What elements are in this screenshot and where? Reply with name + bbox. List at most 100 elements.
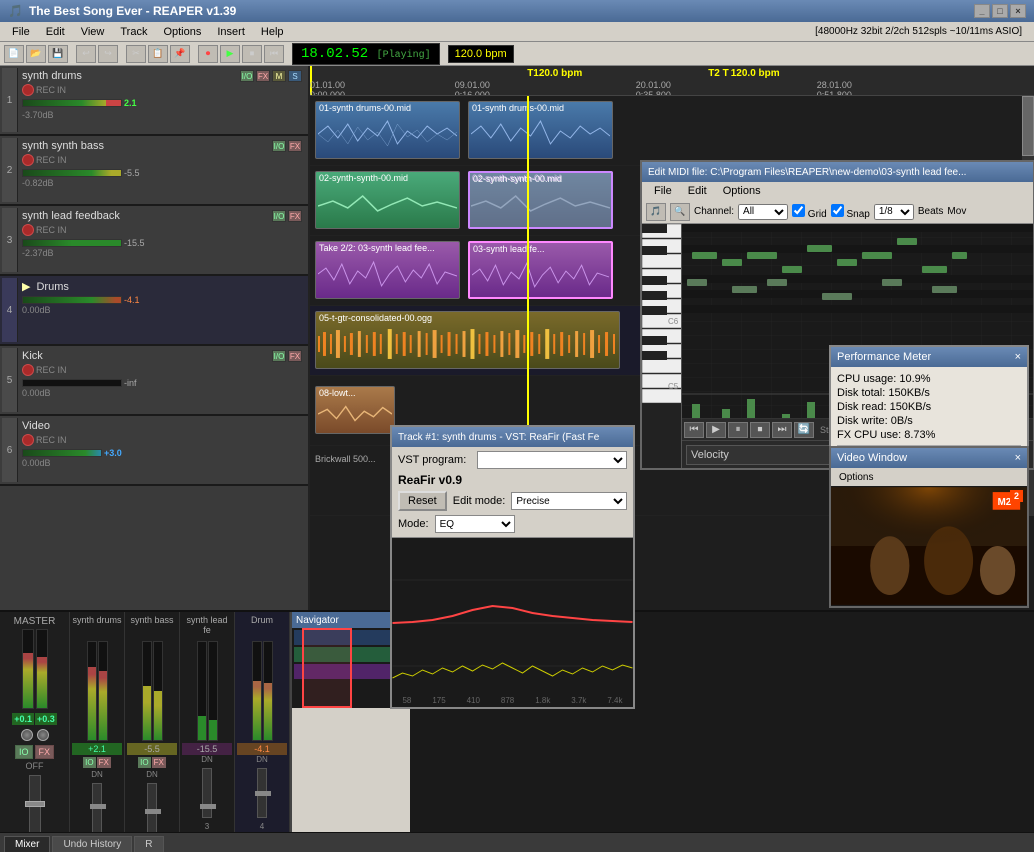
midi-beats-select[interactable]: 1/8	[874, 204, 914, 220]
ch3-meter-r-fill	[209, 720, 217, 740]
perf-close-btn[interactable]: ×	[1015, 351, 1021, 363]
copy-btn[interactable]: 📋	[148, 45, 168, 63]
clip-2a[interactable]: 02-synth-synth-00.mid	[315, 171, 460, 229]
track-2-meter	[22, 169, 122, 177]
redo-btn[interactable]: ↪	[98, 45, 118, 63]
master-knob-2[interactable]	[37, 729, 49, 741]
midi-play[interactable]: ▶	[706, 422, 726, 438]
track-5-fx-btn[interactable]: FX	[288, 350, 302, 362]
undo-btn[interactable]: ↩	[76, 45, 96, 63]
clip-3a[interactable]: Take 2/2: 03-synth lead fee...	[315, 241, 460, 299]
vst-editmode-select[interactable]: Precise	[511, 492, 627, 510]
vst-editmode-label: Edit mode:	[453, 495, 506, 507]
ch1-fx-btn[interactable]: FX	[97, 757, 111, 768]
close-button[interactable]: ×	[1010, 4, 1026, 18]
clip-1a[interactable]: 01-synth drums-00.mid	[315, 101, 460, 159]
midi-menu-edit[interactable]: Edit	[680, 183, 715, 199]
track-2-fx-btn[interactable]: FX	[288, 140, 302, 152]
midi-zoom-btn[interactable]: 🔍	[670, 203, 690, 221]
clip-1b[interactable]: 01-synth drums-00.mid	[468, 101, 613, 159]
midi-pause[interactable]: ⏸	[728, 422, 748, 438]
master-io-btn[interactable]: IO	[15, 745, 33, 759]
menu-help[interactable]: Help	[253, 24, 292, 40]
ch1-fader-thumb[interactable]	[90, 804, 106, 809]
midi-channel-select[interactable]: All	[738, 204, 788, 220]
stop-btn[interactable]: ⏹	[242, 45, 262, 63]
menu-edit[interactable]: Edit	[38, 24, 73, 40]
track-2-rec-btn[interactable]	[22, 154, 34, 166]
menu-track[interactable]: Track	[112, 24, 155, 40]
vst-reset-btn[interactable]: Reset	[398, 491, 447, 511]
midi-skip-end[interactable]: ⏭	[772, 422, 792, 438]
ch2-fx-btn[interactable]: FX	[152, 757, 166, 768]
midi-grid-checkbox[interactable]	[792, 204, 805, 217]
menu-options[interactable]: Options	[155, 24, 209, 40]
master-knob-1[interactable]	[21, 729, 33, 741]
ch1-dn-label: DN	[72, 770, 122, 779]
ch2-fader-thumb[interactable]	[145, 809, 161, 814]
save-btn[interactable]: 💾	[48, 45, 68, 63]
vst-mode-row: Mode: EQ	[398, 515, 627, 533]
timemark-3: 20.01.000:35.800	[636, 80, 671, 96]
track-6-rec-btn[interactable]	[22, 434, 34, 446]
track-1-solo-btn[interactable]: S	[288, 70, 302, 82]
ch1-io-btn[interactable]: IO	[83, 757, 95, 768]
track-2-io-btn[interactable]: I/O	[272, 140, 286, 152]
ch3-fader-thumb[interactable]	[200, 804, 216, 809]
master-off-label: OFF	[2, 761, 67, 771]
arrange-vscroll-thumb[interactable]	[1022, 96, 1034, 156]
record-btn[interactable]: ⏺	[198, 45, 218, 63]
vst-mode-select[interactable]: EQ	[435, 515, 515, 533]
midi-stop[interactable]: ⏹	[750, 422, 770, 438]
open-btn[interactable]: 📂	[26, 45, 46, 63]
track-5-rec-btn[interactable]	[22, 364, 34, 376]
midi-menu-options[interactable]: Options	[715, 183, 769, 199]
clip-4a[interactable]: 05-t-gtr-consolidated-00.ogg	[315, 311, 620, 369]
track-3-rec-btn[interactable]	[22, 224, 34, 236]
timemark-4: 28.01.000:51.800	[817, 80, 852, 96]
clip-3b[interactable]: 03-synth lead fe...	[468, 241, 613, 299]
ch4-fader-thumb[interactable]	[255, 791, 271, 796]
paste-btn[interactable]: 📌	[170, 45, 190, 63]
clip-5a[interactable]: 08-lowt...	[315, 386, 395, 434]
ch1-meter	[87, 641, 97, 741]
track-5-io-btn[interactable]: I/O	[272, 350, 286, 362]
menu-file[interactable]: File	[4, 24, 38, 40]
midi-loop[interactable]: 🔄	[794, 422, 814, 438]
ch3-fader[interactable]	[202, 768, 212, 818]
maximize-button[interactable]: □	[992, 4, 1008, 18]
play-btn[interactable]: ▶	[220, 45, 240, 63]
rewind-btn[interactable]: ⏮	[264, 45, 284, 63]
track-3-io-btn[interactable]: I/O	[272, 210, 286, 222]
midi-snap-checkbox[interactable]	[831, 204, 844, 217]
midi-skip-start[interactable]: ⏮	[684, 422, 704, 438]
ch4-fader[interactable]	[257, 768, 267, 818]
track-3-fx-btn[interactable]: FX	[288, 210, 302, 222]
ch1-btns: IO FX	[72, 757, 122, 768]
midi-menu-file[interactable]: File	[646, 183, 680, 199]
menu-view[interactable]: View	[73, 24, 113, 40]
midi-icon-btn[interactable]: 🎵	[646, 203, 666, 221]
ch2-fader[interactable]	[147, 783, 157, 832]
track-1-rec-btn[interactable]	[22, 84, 34, 96]
track-1-io-btn[interactable]: I/O	[240, 70, 254, 82]
new-btn[interactable]: 📄	[4, 45, 24, 63]
track-2: 2 synth synth bass I/O FX REC IN -5.5	[0, 136, 308, 206]
video-close-btn[interactable]: ×	[1015, 452, 1021, 464]
cut-btn[interactable]: ✂	[126, 45, 146, 63]
ch1-fader[interactable]	[92, 783, 102, 832]
master-fader-thumb[interactable]	[25, 801, 45, 807]
track-1-mute-btn[interactable]: M	[272, 70, 286, 82]
clip-2b-selected[interactable]: 02-synth-synth-00.mid	[468, 171, 613, 229]
vst-eq-graph: 58 175 410 878 1.8k 3.7k 7.4k	[392, 537, 633, 707]
video-options-menu[interactable]: Options	[835, 471, 877, 484]
track-1-fx-btn[interactable]: FX	[256, 70, 270, 82]
menu-insert[interactable]: Insert	[209, 24, 253, 40]
ch2-io-btn[interactable]: IO	[138, 757, 150, 768]
master-fader[interactable]	[29, 775, 41, 832]
minimize-button[interactable]: _	[974, 4, 990, 18]
vst-program-select[interactable]	[477, 451, 627, 469]
nav-viewport[interactable]	[302, 628, 352, 708]
midi-snap-label: Snap	[831, 204, 870, 220]
master-fx-btn[interactable]: FX	[35, 745, 55, 759]
